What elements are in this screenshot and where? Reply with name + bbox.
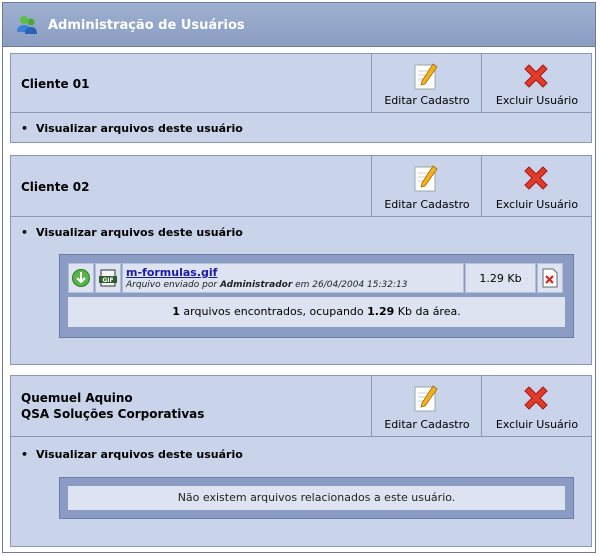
delete-file-button[interactable] bbox=[537, 263, 563, 293]
summary-size: 1.29 bbox=[367, 305, 395, 318]
bullet: • bbox=[21, 226, 29, 239]
view-files-link[interactable]: • Visualizar arquivos deste usuário bbox=[21, 226, 243, 239]
delete-x-icon bbox=[524, 166, 548, 190]
page-title: Administração de Usuários bbox=[48, 18, 245, 33]
bullet: • bbox=[21, 448, 29, 461]
view-files-label: Visualizar arquivos deste usuário bbox=[36, 122, 243, 135]
download-button[interactable] bbox=[68, 263, 94, 293]
client-block-3: Quemuel Aquino QSA Soluções Corporativas… bbox=[3, 371, 595, 551]
file-name-link[interactable]: m-formulas.gif bbox=[126, 266, 217, 279]
file-meta-date: em 26/04/2004 15:32:13 bbox=[295, 280, 408, 290]
summary-middle: arquivos encontrados, ocupando bbox=[183, 305, 364, 318]
file-summary: 1 arquivos encontrados, ocupando 1.29 Kb… bbox=[68, 297, 565, 327]
file-row: GIF m-formulas.gif Arquivo enviado por A… bbox=[68, 263, 565, 293]
users-icon bbox=[17, 16, 37, 34]
client-name-line2: QSA Soluções Corporativas bbox=[21, 407, 205, 421]
bullet: • bbox=[21, 122, 29, 135]
no-files-message: Não existem arquivos relacionados a este… bbox=[68, 486, 565, 510]
client-header-row: Cliente 01 Editar Cadastro Excluir Usuár… bbox=[11, 54, 591, 113]
view-files-label: Visualizar arquivos deste usuário bbox=[36, 226, 243, 239]
edit-user-label: Editar Cadastro bbox=[384, 418, 470, 431]
page-header: Administração de Usuários bbox=[3, 3, 595, 47]
file-type-cell: GIF bbox=[95, 263, 121, 293]
delete-user-label: Excluir Usuário bbox=[495, 418, 579, 431]
delete-user-button[interactable]: Excluir Usuário bbox=[481, 54, 591, 113]
delete-user-button[interactable]: Excluir Usuário bbox=[481, 376, 591, 437]
admin-frame: Administração de Usuários Cliente 01 Edi… bbox=[2, 2, 596, 553]
file-size: 1.29 Kb bbox=[479, 272, 522, 285]
delete-user-button[interactable]: Excluir Usuário bbox=[481, 156, 591, 217]
client-name: Cliente 01 bbox=[21, 76, 89, 92]
client-block-1: Cliente 01 Editar Cadastro Excluir Usuár… bbox=[3, 49, 595, 149]
client-name-line1: Quemuel Aquino bbox=[21, 391, 133, 405]
client-panel: Cliente 02 Editar Cadastro Excluir Usuár… bbox=[10, 155, 592, 365]
client-name: Quemuel Aquino QSA Soluções Corporativas bbox=[21, 390, 204, 422]
edit-user-label: Editar Cadastro bbox=[384, 94, 470, 107]
delete-file-icon bbox=[542, 268, 558, 288]
file-meta-prefix: Arquivo enviado por bbox=[126, 280, 218, 290]
client-panel: Cliente 01 Editar Cadastro Excluir Usuár… bbox=[10, 53, 592, 143]
delete-x-icon bbox=[524, 64, 548, 88]
download-icon bbox=[72, 269, 90, 287]
pencil-icon bbox=[414, 63, 438, 90]
client-header-row: Quemuel Aquino QSA Soluções Corporativas… bbox=[11, 376, 591, 437]
client-block-2: Cliente 02 Editar Cadastro Excluir Usuár… bbox=[3, 151, 595, 369]
edit-user-button[interactable]: Editar Cadastro bbox=[371, 156, 481, 217]
file-meta: Arquivo enviado por Administrador em 26/… bbox=[126, 280, 407, 290]
delete-user-label: Excluir Usuário bbox=[495, 94, 579, 107]
view-files-label: Visualizar arquivos deste usuário bbox=[36, 448, 243, 461]
edit-user-button[interactable]: Editar Cadastro bbox=[371, 54, 481, 113]
file-list-box: GIF m-formulas.gif Arquivo enviado por A… bbox=[59, 254, 574, 338]
client-name-line1: Cliente 01 bbox=[21, 77, 90, 91]
client-name-line1: Cliente 02 bbox=[21, 180, 90, 194]
svg-text:GIF: GIF bbox=[102, 277, 113, 284]
view-files-link[interactable]: • Visualizar arquivos deste usuário bbox=[21, 122, 243, 135]
delete-user-label: Excluir Usuário bbox=[495, 198, 579, 211]
client-panel: Quemuel Aquino QSA Soluções Corporativas… bbox=[10, 375, 592, 547]
file-sender: Administrador bbox=[219, 280, 293, 290]
file-count: 1 bbox=[172, 305, 180, 318]
edit-user-label: Editar Cadastro bbox=[384, 198, 470, 211]
gif-file-icon: GIF bbox=[99, 269, 117, 287]
file-info-cell: m-formulas.gif Arquivo enviado por Admin… bbox=[122, 263, 464, 293]
view-files-link[interactable]: • Visualizar arquivos deste usuário bbox=[21, 448, 243, 461]
pencil-icon bbox=[414, 385, 438, 412]
edit-user-button[interactable]: Editar Cadastro bbox=[371, 376, 481, 437]
client-header-row: Cliente 02 Editar Cadastro Excluir Usuár… bbox=[11, 156, 591, 217]
file-list-box: Não existem arquivos relacionados a este… bbox=[59, 477, 574, 519]
client-name: Cliente 02 bbox=[21, 179, 89, 195]
file-size-cell: 1.29 Kb bbox=[465, 263, 536, 293]
summary-suffix: Kb da área. bbox=[397, 305, 461, 318]
delete-x-icon bbox=[524, 386, 548, 410]
pencil-icon bbox=[414, 165, 438, 192]
